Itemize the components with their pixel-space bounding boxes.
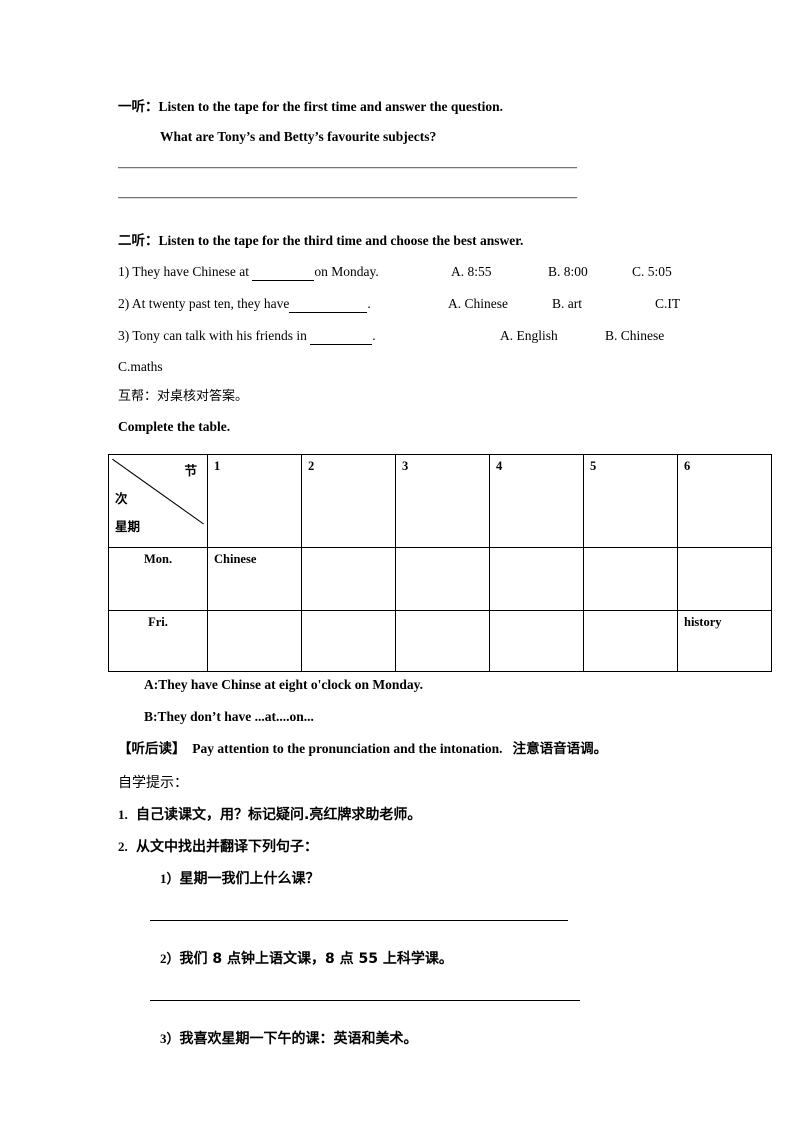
- table-row-0-cell-4[interactable]: [489, 547, 584, 611]
- post-reading-row: 【听后读】 Pay attention to the pronunciation…: [118, 742, 688, 776]
- table-corner-cell: 节 次 星期: [108, 454, 208, 548]
- section-one-tag: 一听：: [118, 99, 159, 115]
- self-study-item-1-text: 自己读课文，用？标记疑问.亮红牌求助老师。: [136, 807, 422, 823]
- translate-answer-line-2-bar: [150, 1000, 580, 1001]
- mc-question-2-stem-before: 2) At twenty past ten, they have: [118, 296, 290, 311]
- self-study-title: 自学提示：: [118, 775, 188, 791]
- translate-sentence-3-text: 我喜欢星期一下午的课：英语和美术。: [179, 1031, 418, 1047]
- table-row-1-cell-1[interactable]: [207, 610, 302, 672]
- table-row: Mon. Chinese: [108, 547, 772, 611]
- translate-answer-line-1-bar: [150, 920, 568, 921]
- section-two-heading: 二听：Listen to the tape for the third time…: [118, 234, 688, 264]
- post-reading-chinese: 注意语音语调。: [512, 741, 608, 757]
- self-study-item-2-number: 2.: [118, 839, 128, 854]
- pair-check-note: 互帮：对桌核对答案。: [118, 389, 249, 404]
- mc-question-1-option-c[interactable]: C. 5:05: [632, 264, 672, 280]
- answer-dashed-line-1[interactable]: ——————————————————————————————————: [118, 160, 688, 190]
- translate-sentence-2-text: 我们 8 点钟上语文课，8 点 55 上科学课。: [179, 951, 453, 967]
- table-col-header-3: 3: [395, 454, 490, 548]
- table-row-1-cell-5[interactable]: [583, 610, 678, 672]
- mc-question-3: 3) Tony can talk with his friends in . A…: [118, 328, 688, 360]
- translate-sentence-2: 2）我们 8 点钟上语文课，8 点 55 上科学课。: [118, 952, 688, 984]
- mc-question-2-option-a[interactable]: A. Chinese: [448, 296, 508, 312]
- section-two-instruction: Listen to the tape for the third time an…: [158, 233, 524, 248]
- mc-question-1: 1) They have Chinese at on Monday. A. 8:…: [118, 264, 688, 296]
- corner-label-order: 次: [115, 491, 128, 506]
- mc-question-3-stem: 3) Tony can talk with his friends in .: [118, 328, 376, 345]
- mc-question-1-stem: 1) They have Chinese at on Monday.: [118, 264, 379, 281]
- table-row: Fri. history: [108, 610, 772, 672]
- translate-sentence-1: 1）星期一我们上什么课？: [118, 872, 688, 904]
- mc-question-1-stem-before: 1) They have Chinese at: [118, 264, 253, 279]
- mc-question-2-stem: 2) At twenty past ten, they have .: [118, 296, 371, 313]
- mc-question-2-option-c[interactable]: C.IT: [655, 296, 680, 312]
- table-row-1-cell-2[interactable]: [301, 610, 396, 672]
- post-reading-marker: 【听后读】: [118, 741, 186, 757]
- mc-question-2: 2) At twenty past ten, they have . A. Ch…: [118, 296, 688, 328]
- mc-question-3-option-c[interactable]: C.maths: [118, 360, 688, 390]
- worksheet-page: 一听：Listen to the tape for the first time…: [0, 0, 794, 1123]
- answer-dashed-line-2[interactable]: ——————————————————————————————————: [118, 190, 688, 220]
- translate-sentence-3: 3）我喜欢星期一下午的课：英语和美术。: [118, 1032, 688, 1064]
- complete-table-title: Complete the table.: [118, 419, 231, 434]
- table-row-1-cell-4[interactable]: [489, 610, 584, 672]
- table-col-header-1: 1: [207, 454, 302, 548]
- translate-answer-line-2[interactable]: [118, 1000, 688, 1032]
- table-row-0-cell-3[interactable]: [395, 547, 490, 611]
- document-body: 一听：Listen to the tape for the first time…: [108, 100, 772, 1064]
- mc-question-1-stem-after: on Monday.: [314, 264, 379, 279]
- mc-question-3-option-a[interactable]: A. English: [500, 328, 558, 344]
- mc-question-1-blank[interactable]: [252, 264, 315, 281]
- mc-question-3-stem-before: 3) Tony can talk with his friends in: [118, 328, 311, 343]
- mc-question-3-stem-after: .: [372, 328, 376, 343]
- section-one-instruction: Listen to the tape for the first time an…: [158, 99, 503, 114]
- translate-sentence-1-number: 1）: [160, 871, 180, 886]
- table-row-1-cell-6[interactable]: history: [677, 610, 772, 672]
- corner-label-weekday: 星期: [115, 519, 141, 534]
- mc-question-3-option-b[interactable]: B. Chinese: [605, 328, 664, 344]
- example-sentence-a: A:They have Chinse at eight o'clock on M…: [144, 677, 424, 692]
- table-row-0-cell-2[interactable]: [301, 547, 396, 611]
- schedule-table: 节 次 星期 1 2 3 4 5 6 Mon. Chinese Fri. his…: [108, 454, 772, 672]
- self-study-item-1: 1. 自己读课文，用？标记疑问.亮红牌求助老师。: [118, 808, 688, 840]
- table-col-header-5: 5: [583, 454, 678, 548]
- translate-answer-line-1[interactable]: [118, 920, 688, 952]
- self-study-item-2: 2. 从文中找出并翻译下列句子：: [118, 840, 688, 872]
- table-row-1-cell-3[interactable]: [395, 610, 490, 672]
- table-row-0-cell-1[interactable]: Chinese: [207, 547, 302, 611]
- mc-question-2-stem-after: .: [367, 296, 371, 311]
- section-one-question: What are Tony’s and Betty’s favourite su…: [160, 129, 437, 144]
- post-reading-english: Pay attention to the pronunciation and t…: [192, 741, 503, 756]
- mc-question-2-blank[interactable]: [289, 296, 368, 313]
- table-row-0-cell-6[interactable]: [677, 547, 772, 611]
- corner-label-period: 节: [184, 463, 197, 478]
- self-study-item-2-text: 从文中找出并翻译下列句子：: [136, 839, 318, 855]
- example-sentence-b: B:They don’t have ...at....on...: [144, 709, 314, 724]
- section-two-tag: 二听：: [118, 233, 159, 249]
- mc-question-2-option-b[interactable]: B. art: [552, 296, 582, 312]
- table-col-header-6: 6: [677, 454, 772, 548]
- section-one-heading: 一听：Listen to the tape for the first time…: [118, 100, 688, 130]
- table-row-0-cell-5[interactable]: [583, 547, 678, 611]
- translate-sentence-1-text: 星期一我们上什么课？: [179, 871, 320, 887]
- table-col-header-2: 2: [301, 454, 396, 548]
- self-study-item-1-number: 1.: [118, 807, 128, 822]
- translate-sentence-2-number: 2）: [160, 951, 180, 966]
- mc-question-1-option-a[interactable]: A. 8:55: [451, 264, 492, 280]
- mc-question-3-blank[interactable]: [310, 328, 373, 345]
- table-row-1-day: Fri.: [108, 610, 208, 672]
- mc-question-1-option-b[interactable]: B. 8:00: [548, 264, 588, 280]
- table-header-row: 节 次 星期 1 2 3 4 5 6: [108, 454, 772, 548]
- table-row-0-day: Mon.: [108, 547, 208, 611]
- table-col-header-4: 4: [489, 454, 584, 548]
- translate-sentence-3-number: 3）: [160, 1031, 180, 1046]
